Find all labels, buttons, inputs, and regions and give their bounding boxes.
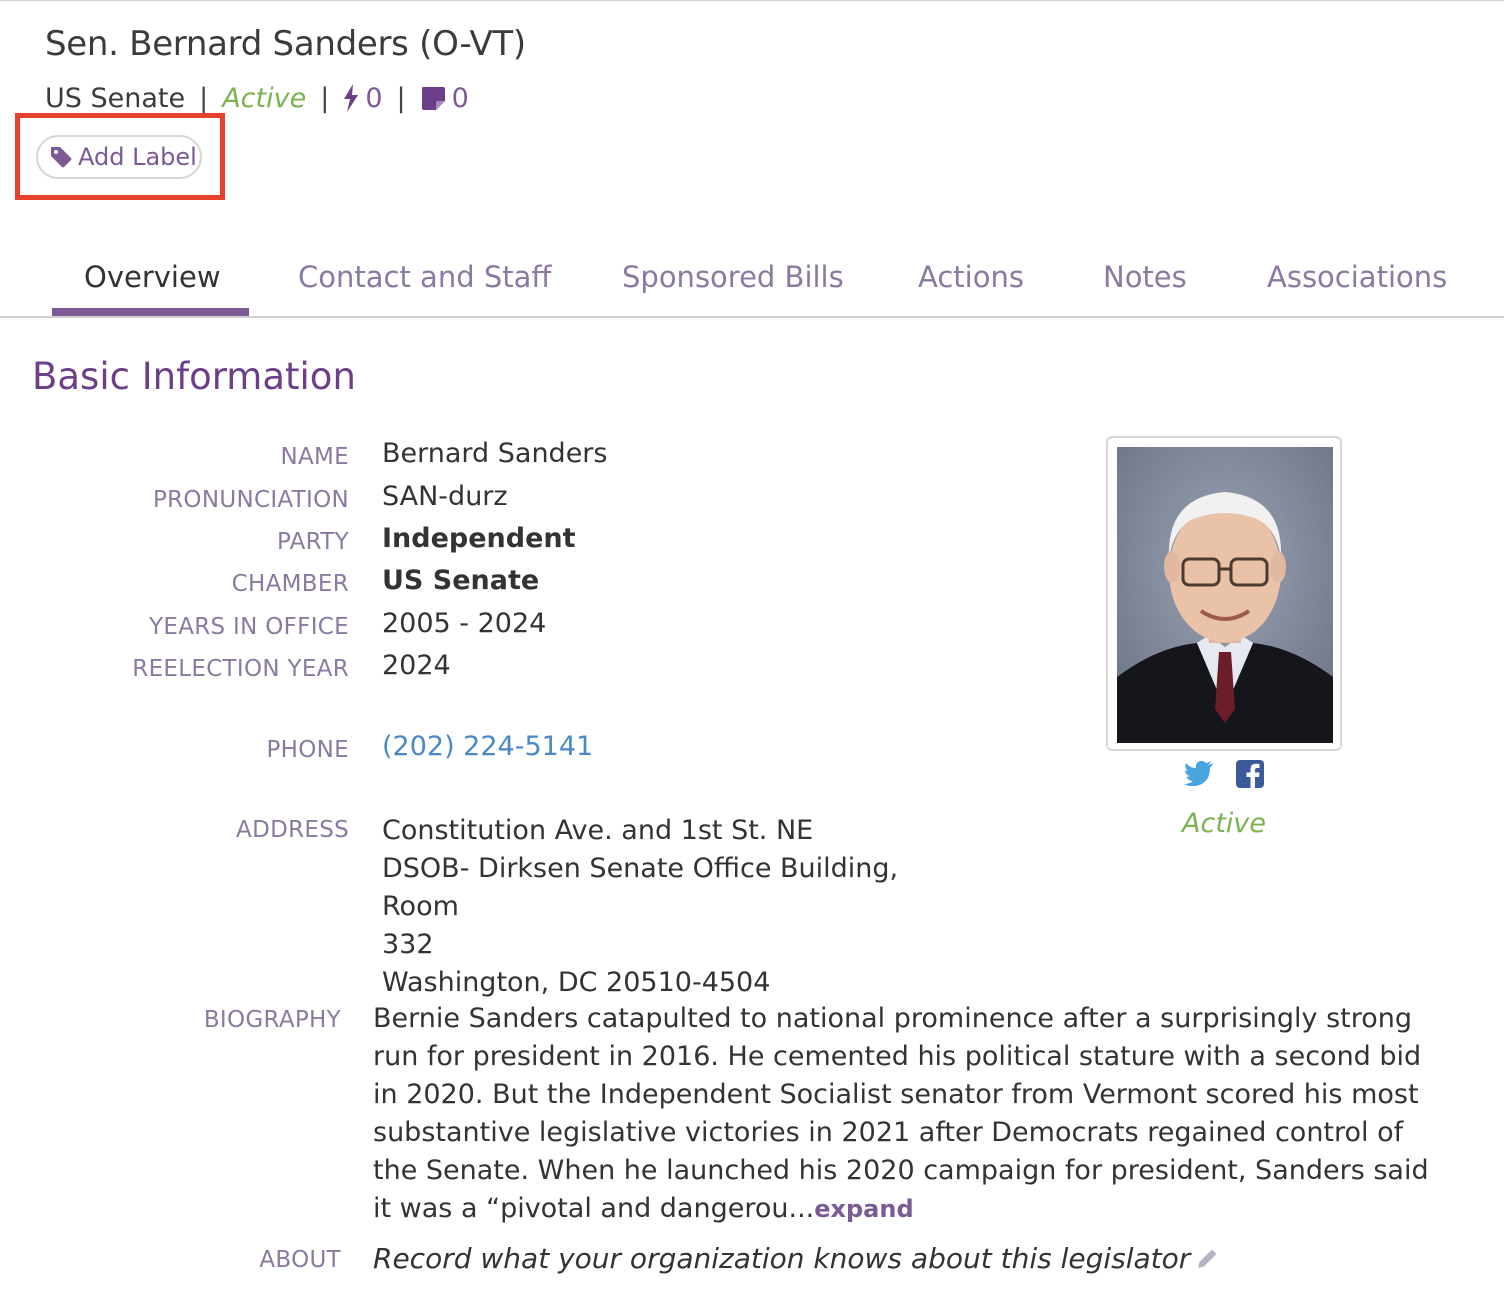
top-divider <box>0 0 1504 1</box>
address-line: 332 <box>382 929 434 960</box>
address-line: Washington, DC 20510-4504 <box>382 967 771 998</box>
years-in-office-value: 2005 - 2024 <box>382 608 547 639</box>
photo-status-text: Active <box>1182 808 1266 839</box>
separator: | <box>396 82 406 114</box>
tab-contact-and-staff[interactable]: Contact and Staff <box>298 260 551 294</box>
address-value: Constitution Ave. and 1st St. NE DSOB- D… <box>382 812 952 1002</box>
active-tab-indicator <box>52 308 249 316</box>
about-field[interactable]: Record what your organization knows abou… <box>373 1242 1218 1275</box>
phone-label: PHONE <box>266 737 349 763</box>
status-text: Active <box>222 82 307 114</box>
party-value: Independent <box>382 523 576 554</box>
name-value: Bernard Sanders <box>382 438 608 469</box>
tab-actions[interactable]: Actions <box>918 260 1024 294</box>
party-label: PARTY <box>276 529 349 555</box>
separator: | <box>199 82 209 114</box>
reelection-year-label: REELECTION YEAR <box>132 656 349 682</box>
actions-count[interactable]: 0 <box>365 83 382 114</box>
pronunciation-label: PRONUNCIATION <box>152 487 349 513</box>
tab-overview[interactable]: Overview <box>84 260 221 294</box>
chamber-label: CHAMBER <box>231 571 349 597</box>
tag-icon <box>50 146 72 168</box>
pronunciation-value: SAN-durz <box>382 481 508 512</box>
sticky-note-icon <box>420 85 446 111</box>
page-title: Sen. Bernard Sanders (O-VT) <box>45 24 526 64</box>
address-line: DSOB- Dirksen Senate Office Building, Ro… <box>382 853 899 922</box>
tab-notes[interactable]: Notes <box>1103 260 1187 294</box>
section-title: Basic Information <box>32 355 356 398</box>
tab-associations[interactable]: Associations <box>1267 260 1447 294</box>
biography-text: Bernie Sanders catapulted to national pr… <box>373 1000 1453 1228</box>
years-in-office-label: YEARS IN OFFICE <box>149 614 349 640</box>
reelection-year-value: 2024 <box>382 650 451 681</box>
lightning-bolt-icon <box>343 84 359 112</box>
tab-sponsored-bills[interactable]: Sponsored Bills <box>622 260 844 294</box>
add-label-button[interactable]: Add Label <box>36 135 202 179</box>
photo-frame <box>1106 436 1342 751</box>
pencil-icon[interactable] <box>1196 1248 1218 1270</box>
biography-body: Bernie Sanders catapulted to national pr… <box>373 1003 1429 1224</box>
add-label-text: Add Label <box>78 143 197 171</box>
twitter-icon[interactable] <box>1184 760 1214 790</box>
chamber-value: US Senate <box>382 565 540 596</box>
header-meta: US Senate | Active | 0 | 0 <box>45 80 469 116</box>
address-line: Constitution Ave. and 1st St. NE <box>382 815 814 846</box>
tab-bar: Overview Contact and Staff Sponsored Bil… <box>0 250 1504 318</box>
notes-count[interactable]: 0 <box>452 83 469 114</box>
address-label: ADDRESS <box>236 817 349 843</box>
about-placeholder: Record what your organization knows abou… <box>373 1242 1191 1275</box>
phone-link[interactable]: (202) 224-5141 <box>382 731 593 762</box>
expand-link[interactable]: expand <box>814 1195 913 1223</box>
biography-label: BIOGRAPHY <box>203 1007 341 1033</box>
facebook-icon[interactable] <box>1236 760 1264 792</box>
separator: | <box>320 82 330 114</box>
about-label: ABOUT <box>259 1247 341 1273</box>
name-label: NAME <box>280 444 349 470</box>
legislator-photo <box>1117 447 1333 743</box>
chamber-text: US Senate <box>45 82 186 114</box>
